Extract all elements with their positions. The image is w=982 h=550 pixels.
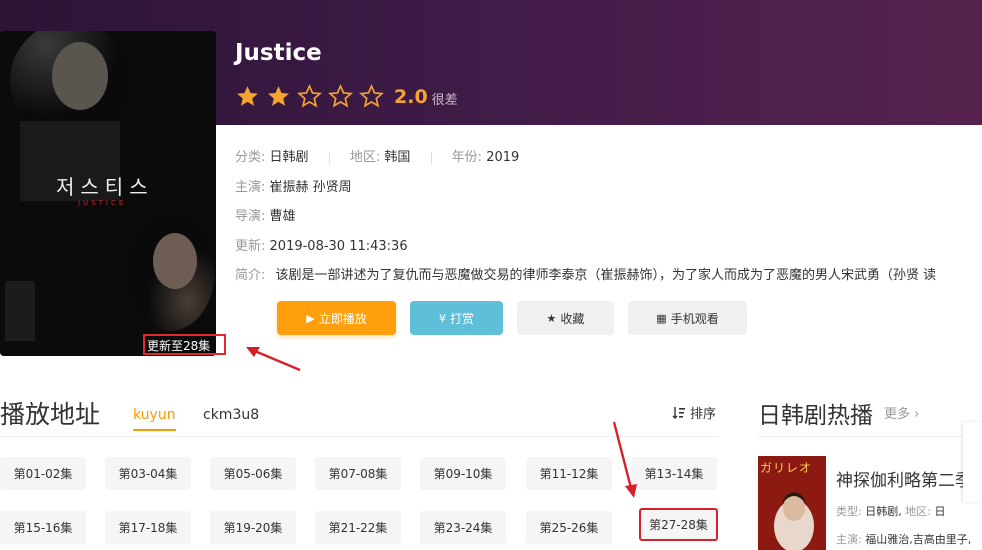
floating-side-panel[interactable] xyxy=(963,422,982,502)
rating-stars: 2.0 很差 xyxy=(235,84,458,109)
divider xyxy=(328,151,330,164)
episode-button[interactable]: 第07-08集 xyxy=(315,457,401,490)
region-value[interactable]: 日 xyxy=(934,505,945,518)
director-key: 导演: xyxy=(235,209,266,224)
playlist-title: 播放地址 xyxy=(0,400,101,429)
episode-button[interactable]: 第23-24集 xyxy=(420,511,506,544)
director-value[interactable]: 曹雄 xyxy=(270,209,296,224)
poster-image[interactable]: 저스티스 JUSTICE xyxy=(0,31,216,356)
region-value[interactable]: 韩国 xyxy=(384,150,410,165)
sidebar-item-cast: 主演: 福山雅治,吉高由里子, xyxy=(836,531,971,547)
episode-button[interactable]: 第01-02集 xyxy=(0,457,86,490)
episode-button[interactable]: 第09-10集 xyxy=(420,457,506,490)
episode-button[interactable]: 第15-16集 xyxy=(0,511,86,544)
region-key: 地区: xyxy=(905,505,931,518)
category-key: 分类: xyxy=(235,150,266,165)
year-value[interactable]: 2019 xyxy=(486,150,519,165)
favorite-label: 收藏 xyxy=(560,311,585,326)
mobile-watch-label: 手机观看 xyxy=(670,311,719,326)
update-badge: 更新至28集 xyxy=(143,334,226,355)
star-empty-icon xyxy=(359,84,384,108)
episode-button[interactable]: 第21-22集 xyxy=(315,511,401,544)
star-filled-icon xyxy=(268,86,289,106)
tip-label: 打赏 xyxy=(449,311,474,326)
play-now-button[interactable]: ▶ 立即播放 xyxy=(277,301,396,335)
sidebar-more-link[interactable]: 更多 › xyxy=(884,403,919,422)
rating-label: 很差 xyxy=(431,92,458,108)
info-row-cast: 主演: 崔振赫 孙贤周 xyxy=(235,176,352,195)
poster-title-kr: 저스티스 xyxy=(56,175,154,199)
tip-button[interactable]: ¥ 打赏 xyxy=(410,301,503,335)
star-filled-icon xyxy=(237,86,258,106)
episode-button[interactable]: 第19-20集 xyxy=(210,511,296,544)
mobile-watch-button[interactable]: ▦ 手机观看 xyxy=(628,301,747,335)
qr-code-icon: ▦ xyxy=(656,311,667,325)
thumbnail-text: ガリレオ xyxy=(760,461,813,475)
sidebar-item-title[interactable]: 神探伽利略第二季 xyxy=(836,466,972,491)
star-icon: ★ xyxy=(546,311,557,325)
episode-button[interactable]: 第13-14集 xyxy=(631,457,717,490)
episode-button-latest[interactable]: 第27-28集 xyxy=(639,508,718,541)
sidebar-item-type: 类型: 日韩剧, 地区: 日 xyxy=(836,503,945,519)
favorite-button[interactable]: ★ 收藏 xyxy=(517,301,614,335)
sort-button[interactable]: 排序 xyxy=(672,403,716,422)
show-title: Justice xyxy=(235,40,322,66)
episode-button[interactable]: 第25-26集 xyxy=(526,511,612,544)
chevron-right-icon: › xyxy=(914,407,920,422)
play-icon: ▶ xyxy=(306,311,315,325)
type-value[interactable]: 日韩剧, xyxy=(865,505,902,518)
info-row-director: 导演: 曹雄 xyxy=(235,205,296,224)
updated-value: 2019-08-30 11:43:36 xyxy=(269,239,408,254)
play-now-label: 立即播放 xyxy=(318,311,367,326)
annotation-arrow-icon xyxy=(246,347,301,372)
floating-side-panel-lower[interactable] xyxy=(968,505,982,525)
star-empty-icon xyxy=(297,84,322,108)
sidebar-title: 日韩剧热播 xyxy=(758,403,873,429)
summary-value: 该剧是一部讲述为了复仇而与恶魔做交易的律师李泰京（崔振赫饰），为了家人而成为了恶… xyxy=(275,268,937,283)
tab-kuyun[interactable]: kuyun xyxy=(133,407,176,431)
episode-button[interactable]: 第11-12集 xyxy=(526,457,612,490)
cast-key: 主演: xyxy=(836,533,862,546)
tab-ckm3u8[interactable]: ckm3u8 xyxy=(203,407,259,423)
episode-button[interactable]: 第17-18集 xyxy=(105,511,191,544)
rating-score: 2.0 xyxy=(394,85,428,108)
cast-key: 主演: xyxy=(235,180,266,195)
episode-button[interactable]: 第03-04集 xyxy=(105,457,191,490)
playlist-divider xyxy=(0,436,718,437)
poster-title-en: JUSTICE xyxy=(78,199,127,207)
more-label: 更多 xyxy=(884,407,911,422)
updated-key: 更新: xyxy=(235,239,266,254)
sort-icon xyxy=(672,406,685,419)
info-row-updated: 更新: 2019-08-30 11:43:36 xyxy=(235,235,408,254)
cast-value[interactable]: 福山雅治,吉高由里子, xyxy=(865,533,971,546)
yen-icon: ¥ xyxy=(438,311,446,325)
cast-value[interactable]: 崔振赫 孙贤周 xyxy=(270,180,352,195)
episode-button[interactable]: 第05-06集 xyxy=(210,457,296,490)
region-key: 地区: xyxy=(349,150,381,165)
sidebar-divider xyxy=(758,436,982,437)
sort-label: 排序 xyxy=(690,407,717,422)
year-key: 年份: xyxy=(451,150,483,165)
divider xyxy=(430,151,432,164)
type-key: 类型: xyxy=(836,505,862,518)
info-row-meta: 分类: 日韩剧 地区: 韩国 年份: 2019 xyxy=(235,146,519,165)
star-empty-icon xyxy=(328,84,353,108)
sidebar-thumbnail[interactable]: ガリレオ xyxy=(758,456,826,550)
category-value[interactable]: 日韩剧 xyxy=(270,150,309,165)
summary-key: 简介: xyxy=(235,268,266,283)
info-row-summary: 简介: 该剧是一部讲述为了复仇而与恶魔做交易的律师李泰京（崔振赫饰），为了家人而… xyxy=(235,264,982,283)
